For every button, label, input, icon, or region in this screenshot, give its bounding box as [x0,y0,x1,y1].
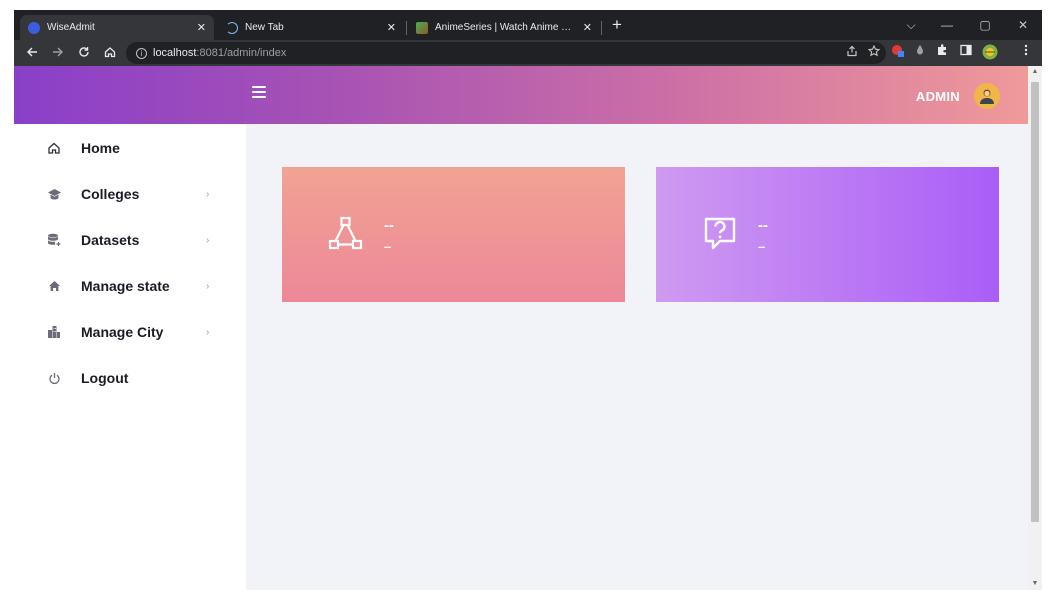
chevron-right-icon: › [206,326,210,338]
stat-card-label: – [758,239,766,254]
database-icon [46,232,62,248]
browser-window: WiseAdmit ✕ New Tab ✕ AnimeSeries | Watc… [14,10,1042,590]
hamburger-bar [252,96,266,98]
drop-icon [917,45,923,55]
admin-app: ADMIN Home Colleges › Datasets › Manage … [14,66,1042,590]
question-chat-icon [702,216,738,252]
sidebar-item-logout[interactable]: Logout [14,358,246,398]
sidebar-item-label: Home [81,140,120,156]
user-menu[interactable]: ADMIN [916,83,1000,109]
network-icon [328,216,364,252]
house-icon [46,278,62,294]
stat-card-colleges[interactable]: -- – [282,167,625,302]
sidepanel-icon [960,44,972,56]
tab-strip: WiseAdmit ✕ New Tab ✕ AnimeSeries | Watc… [14,10,1042,40]
arrow-right-icon [53,47,63,57]
forward-button[interactable] [48,43,68,63]
sidebar-item-label: Datasets [81,232,140,248]
sidebar-item-manage-city[interactable]: Manage City › [14,312,246,352]
close-window-button[interactable]: ✕ [1010,15,1036,35]
city-icon [46,324,62,340]
sidebar-item-colleges[interactable]: Colleges › [14,174,246,214]
chrome-menu-icon[interactable] [1018,44,1034,60]
user-avatar[interactable] [974,83,1000,109]
tab-wiseadmit[interactable]: WiseAdmit ✕ [20,15,214,40]
maximize-button[interactable]: ▢ [972,15,998,35]
sidebar-item-manage-state[interactable]: Manage state › [14,266,246,306]
wiseadmit-favicon-icon [28,21,40,34]
hamburger-bar [252,86,266,88]
close-tab-icon[interactable]: ✕ [387,21,396,34]
back-button[interactable] [22,43,42,63]
loading-spinner-icon [226,21,238,34]
stat-card-value: -- [384,217,394,234]
reload-button[interactable] [74,43,94,63]
reload-icon [79,47,89,57]
close-tab-icon[interactable]: ✕ [197,21,206,34]
tab-new-tab[interactable]: New Tab ✕ [218,15,404,40]
red-extension-icon [892,45,904,57]
new-tab-button[interactable]: + [605,15,629,37]
profile-avatar[interactable] [982,44,998,60]
tab-title: AnimeSeries | Watch Anime Onli [435,22,577,33]
tab-title: New Tab [245,22,284,33]
extensions-puzzle-icon[interactable] [934,44,950,60]
scrollbar-thumb[interactable] [1031,82,1039,522]
sidebar: Home Colleges › Datasets › Manage state … [14,124,246,590]
url-host: localhost [153,47,197,59]
home-button[interactable] [100,43,120,63]
top-header: ADMIN [14,66,1028,124]
chevron-right-icon: › [206,188,210,200]
extension-drop-icon[interactable] [912,44,928,60]
side-panel-icon[interactable] [958,44,974,60]
tab-animeseries[interactable]: AnimeSeries | Watch Anime Onli ✕ [408,15,600,40]
sidebar-item-label: Manage City [81,324,164,340]
kebab-menu-icon [1024,44,1028,56]
extension-icon[interactable] [890,44,906,60]
hamburger-menu-button[interactable] [252,86,268,100]
username-label: ADMIN [915,88,960,104]
stat-card-queries[interactable]: -- – [656,167,999,302]
sidebar-item-label: Manage state [81,278,170,294]
browser-toolbar: i localhost:8081/admin/index [14,40,1042,66]
arrow-left-icon [27,47,37,57]
scroll-down-arrow-icon[interactable]: ▼ [1028,578,1042,590]
graduation-cap-icon [46,186,62,202]
minimize-button[interactable]: — [934,15,960,35]
chevron-right-icon: › [206,280,210,292]
scroll-up-arrow-icon[interactable]: ▲ [1028,66,1042,78]
sidebar-item-datasets[interactable]: Datasets › [14,220,246,260]
address-bar[interactable]: i localhost:8081/admin/index [126,42,886,64]
close-tab-icon[interactable]: ✕ [583,21,592,34]
omnibox-actions [846,45,880,57]
home-outline-icon [104,47,116,58]
profile-globe-icon [982,44,998,60]
home-icon [46,140,62,156]
sidebar-item-label: Logout [81,370,129,386]
sidebar-item-label: Colleges [81,186,140,202]
tab-title: WiseAdmit [47,22,95,33]
bookmark-star-icon[interactable] [868,45,880,57]
user-avatar-icon [980,89,994,104]
site-info-icon[interactable]: i [136,47,147,59]
hamburger-bar [252,91,266,93]
tab-search-button[interactable]: ⌵ [898,15,924,35]
page-scrollbar[interactable]: ▲ ▼ [1028,66,1042,590]
power-icon [46,370,62,386]
stat-card-label: – [384,239,392,254]
animeseries-favicon-icon [416,21,428,34]
share-icon[interactable] [846,45,858,57]
url-path: :8081/admin/index [196,47,287,59]
sidebar-item-home[interactable]: Home [14,128,246,168]
puzzle-icon [938,44,946,55]
chevron-right-icon: › [206,234,210,246]
tab-separator [406,21,407,35]
tab-separator [601,21,602,35]
stat-card-value: -- [758,217,768,234]
dashboard-content: -- – -- – [246,124,1028,590]
